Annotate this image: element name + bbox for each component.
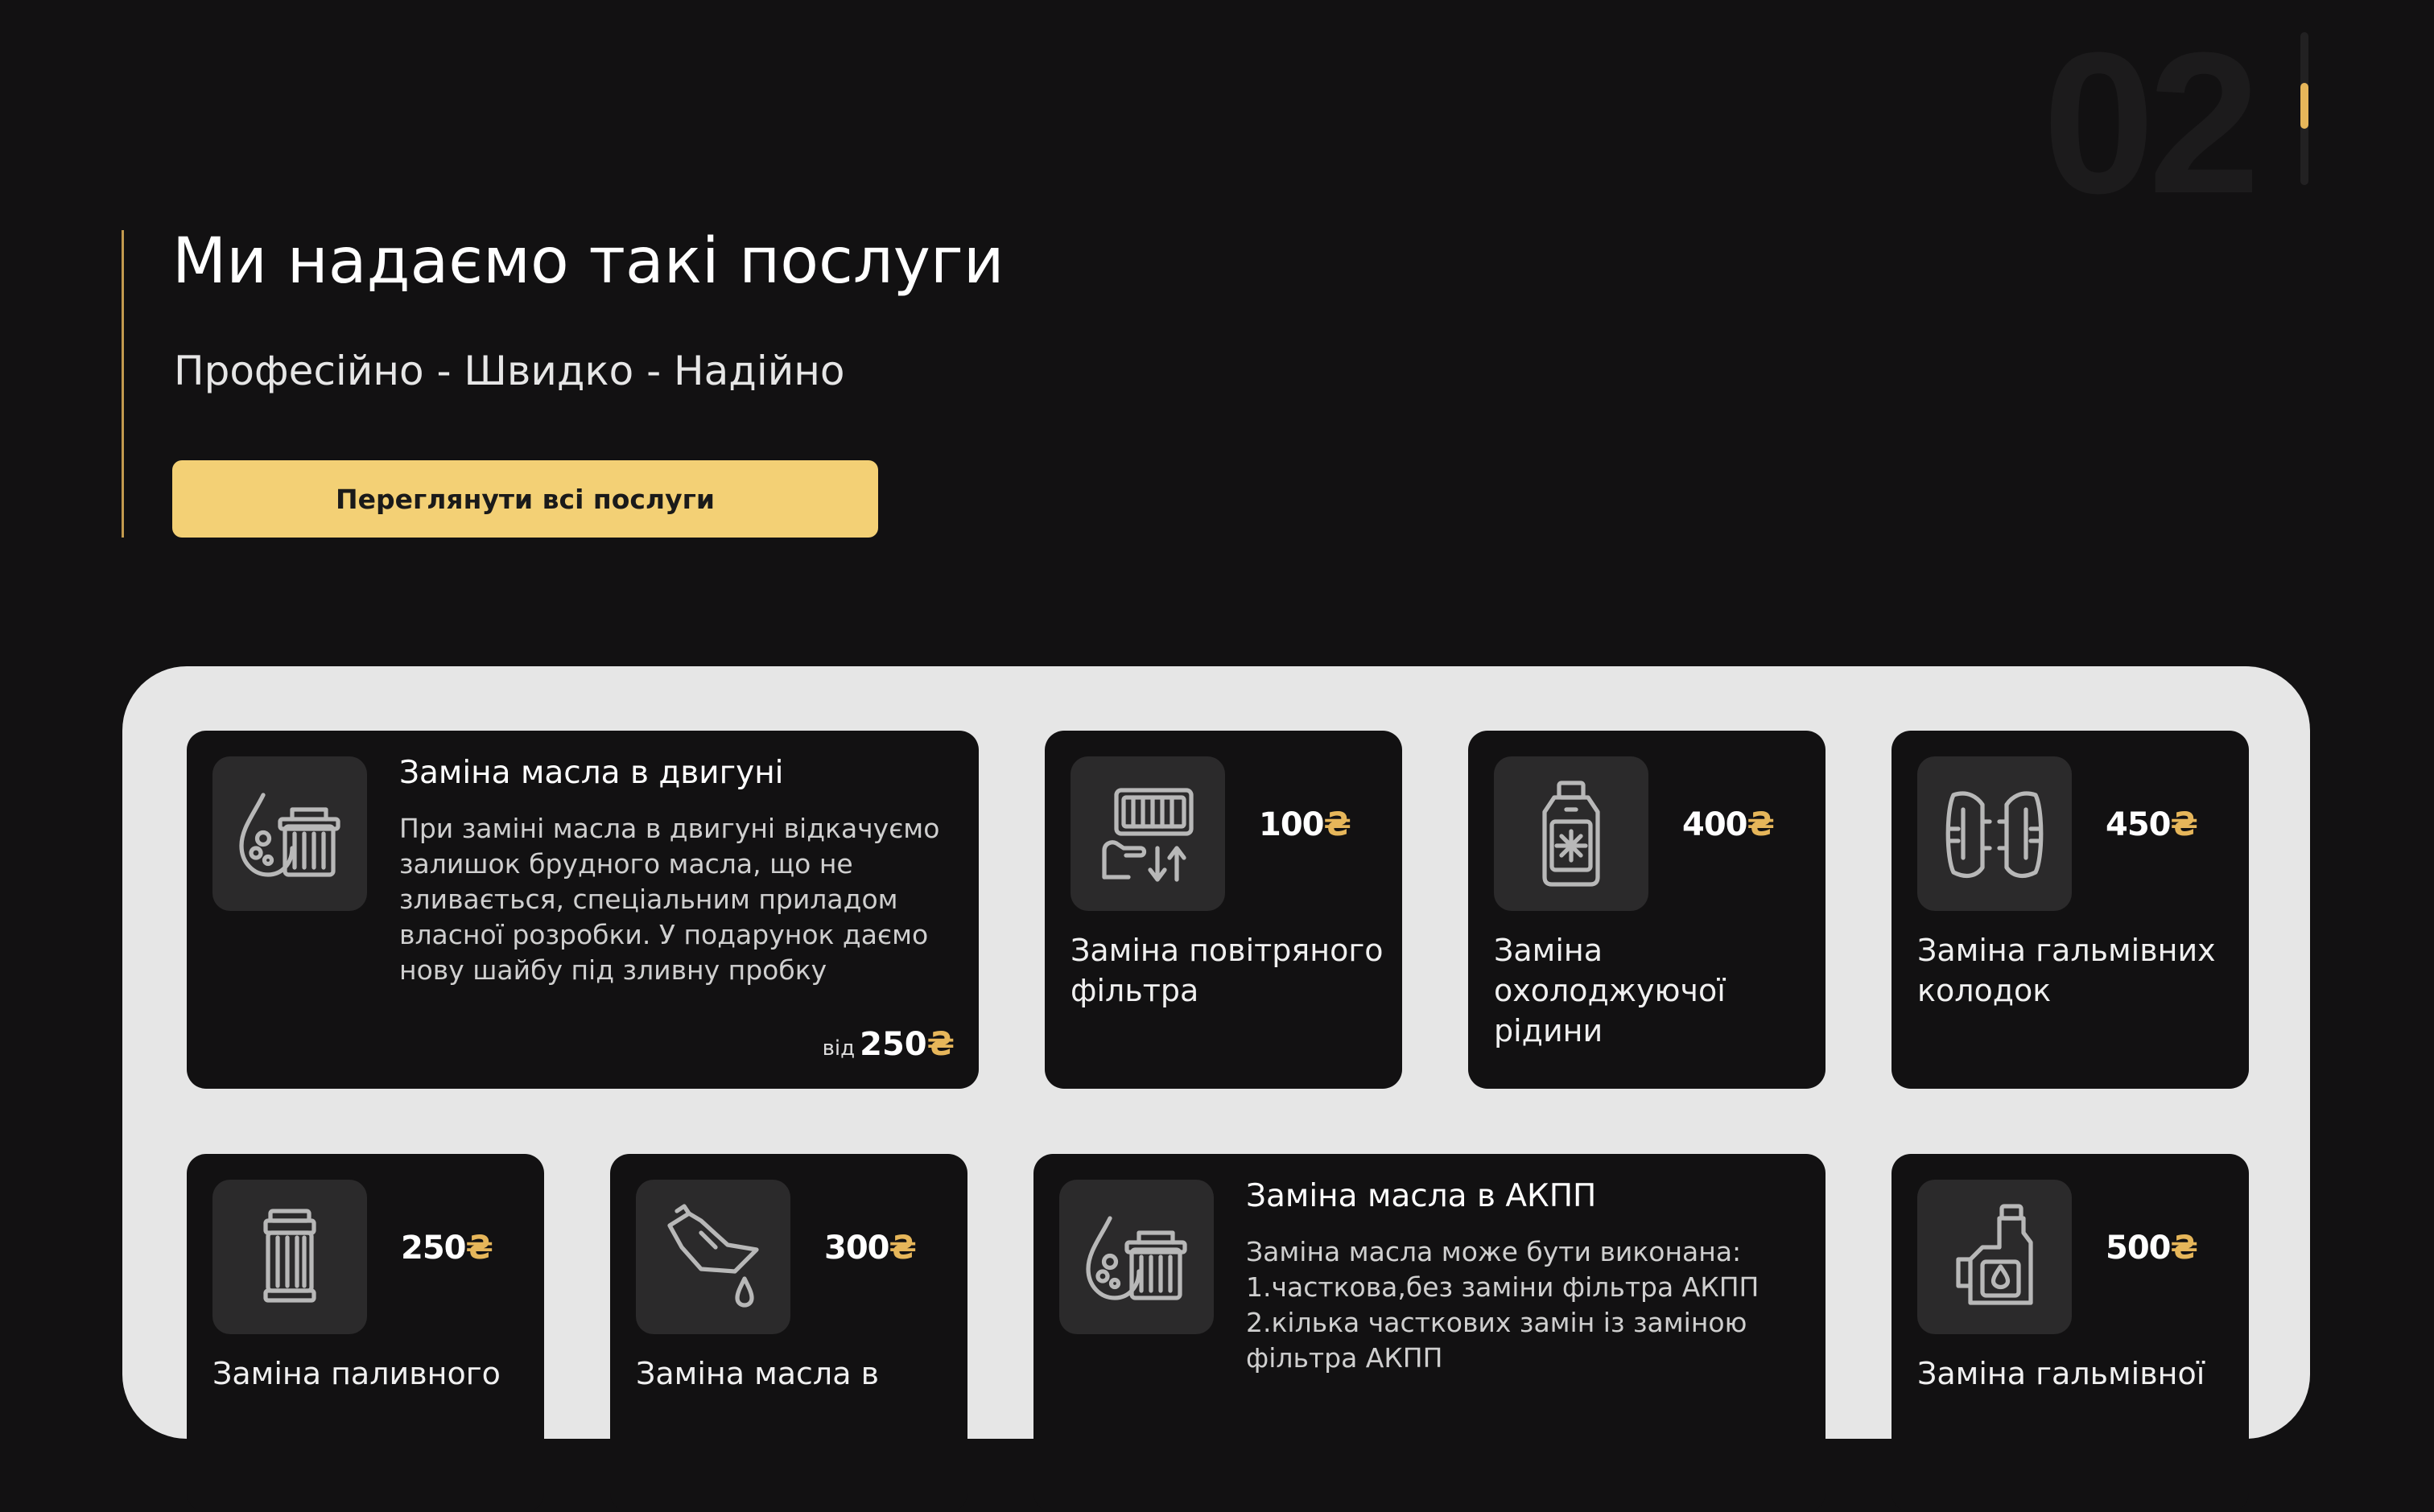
currency-symbol: ₴ [2170,1230,2198,1267]
service-price: 400₴ [1682,806,1775,843]
service-title: Заміна гальмівної [1917,1356,2205,1391]
brake-pads-icon [1917,756,2072,911]
service-price: 450₴ [2106,806,2198,843]
oil-drop-filter-icon [1059,1180,1214,1334]
service-card-brake-fluid[interactable]: 500₴ Заміна гальмівної [1892,1154,2249,1512]
currency-symbol: ₴ [889,1230,917,1267]
currency-symbol: ₴ [1323,806,1351,843]
currency-symbol: ₴ [926,1026,955,1063]
section-progress-bar [2300,32,2308,185]
price-value: 450 [2106,806,2171,843]
service-card-fuel-filter[interactable]: 250₴ Заміна паливного [187,1154,544,1512]
page-title: Ми надаємо такі послуги [172,225,1005,298]
service-title: Заміна масла в двигуні [399,755,784,791]
service-description: При заміні масла в двигуні відкачуємо за… [399,813,940,986]
price-from-label: від [822,1036,856,1061]
service-card-coolant[interactable]: 400₴ Заміна охолоджуючої рідини [1468,731,1826,1089]
services-panel: Заміна масла в двигуні При заміні масла … [122,666,2310,1512]
service-price: від 250₴ [823,1026,955,1063]
service-title: Заміна повітряного фільтра [1071,933,1384,1008]
oil-drop-filter-icon [212,756,367,911]
price-value: 250 [860,1026,927,1063]
section-progress-fill [2300,83,2308,129]
fuel-filter-icon [212,1180,367,1334]
service-card-brake-pads[interactable]: 450₴ Заміна гальмівних колодок [1892,731,2249,1089]
service-price: 300₴ [824,1230,917,1267]
service-card-air-filter[interactable]: 100₴ Заміна повітряного фільтра [1045,731,1402,1089]
service-price: 500₴ [2106,1230,2198,1267]
coolant-bottle-icon [1494,756,1648,911]
currency-symbol: ₴ [2170,806,2198,843]
section-number: 02 [2043,10,2260,235]
page-subtitle: Професійно - Швидко - Надійно [174,348,845,394]
brake-fluid-bottle-icon [1917,1180,2072,1334]
price-value: 300 [824,1230,889,1267]
service-title: Заміна масла в АКПП [1246,1178,1597,1214]
price-value: 400 [1682,806,1747,843]
hero-accent-line [122,230,124,538]
service-title: Заміна масла в [636,1356,879,1391]
currency-symbol: ₴ [465,1230,493,1267]
view-all-services-button[interactable]: Переглянути всі послуги [172,460,878,538]
air-filter-icon [1071,756,1225,911]
currency-symbol: ₴ [1747,806,1775,843]
service-card-oil[interactable]: 300₴ Заміна масла в [610,1154,967,1512]
oil-can-icon [636,1180,790,1334]
service-card-atf-oil[interactable]: Заміна масла в АКПП Заміна масла може бу… [1033,1154,1826,1512]
service-card-engine-oil[interactable]: Заміна масла в двигуні При заміні масла … [187,731,979,1089]
service-title: Заміна паливного [212,1356,501,1391]
price-value: 100 [1259,806,1324,843]
service-description: Заміна масла може бути виконана: 1.частк… [1246,1236,1759,1374]
service-title: Заміна гальмівних колодок [1917,933,2216,1008]
service-price: 100₴ [1259,806,1351,843]
service-title: Заміна охолоджуючої рідини [1494,933,1726,1049]
service-price: 250₴ [401,1230,493,1267]
price-value: 500 [2106,1230,2171,1267]
price-value: 250 [401,1230,466,1267]
